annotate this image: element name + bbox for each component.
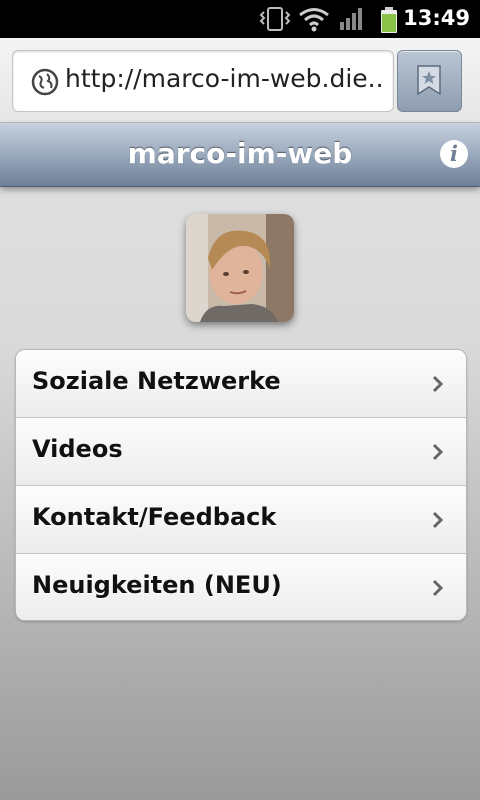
menu-item-neuigkeiten[interactable]: Neuigkeiten (NEU) (16, 554, 466, 620)
bookmark-star-icon (417, 65, 441, 95)
url-field[interactable]: http://marco-im-web.die... (12, 50, 394, 112)
bookmark-button[interactable] (397, 50, 462, 112)
signal-icon (338, 6, 366, 36)
menu-item-kontakt-feedback[interactable]: Kontakt/Feedback (16, 486, 466, 554)
browser-toolbar: http://marco-im-web.die... (0, 38, 480, 123)
wifi-icon (298, 6, 330, 36)
chevron-right-icon (432, 375, 444, 393)
navigation-menu: Soziale Netzwerke Videos Kontakt/Feedbac… (15, 349, 467, 621)
avatar (186, 214, 294, 322)
vibrate-icon (258, 6, 292, 36)
menu-item-videos[interactable]: Videos (16, 418, 466, 486)
menu-item-label: Videos (32, 435, 123, 463)
page-title: marco-im-web (127, 137, 353, 170)
menu-item-soziale-netzwerke[interactable]: Soziale Netzwerke (16, 350, 466, 418)
menu-item-label: Soziale Netzwerke (32, 367, 281, 395)
chevron-right-icon (432, 511, 444, 529)
page-header: marco-im-web (0, 123, 480, 187)
status-time: 13:49 (403, 6, 470, 30)
profile-photo (186, 214, 294, 322)
globe-icon (31, 68, 59, 100)
info-icon[interactable]: i (440, 140, 468, 168)
menu-item-label: Neuigkeiten (NEU) (32, 571, 282, 599)
url-text: http://marco-im-web.die... (65, 64, 385, 93)
status-bar: 13:49 (0, 0, 480, 38)
chevron-right-icon (432, 579, 444, 597)
battery-icon (378, 6, 400, 38)
menu-item-label: Kontakt/Feedback (32, 503, 277, 531)
chevron-right-icon (432, 443, 444, 461)
